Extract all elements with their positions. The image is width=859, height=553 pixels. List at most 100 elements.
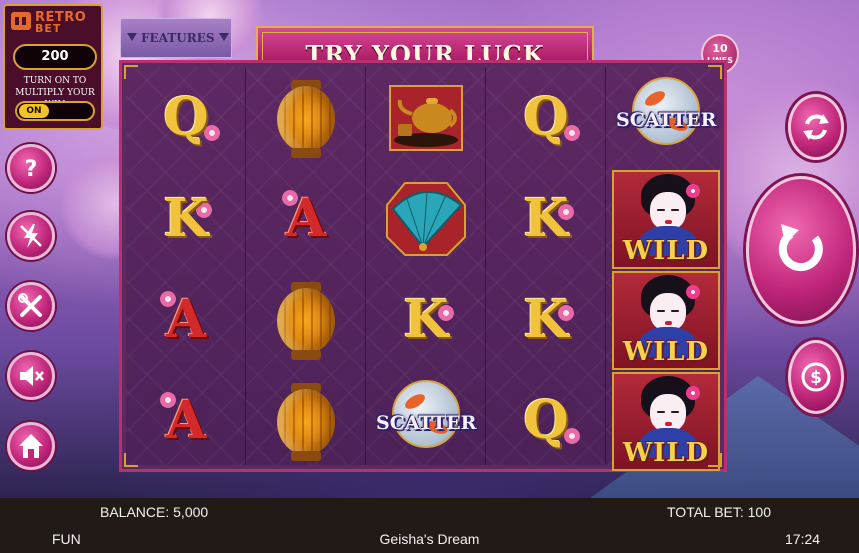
lantern-icon bbox=[273, 379, 339, 463]
symbol-letter: K bbox=[523, 187, 569, 249]
symbol-letter: K bbox=[523, 288, 569, 350]
frame-corner bbox=[708, 453, 722, 467]
logo-text-bet: BET bbox=[35, 22, 62, 35]
frame-corner bbox=[124, 65, 138, 79]
geisha-face bbox=[650, 293, 686, 331]
bet-value-display: 200 bbox=[13, 44, 97, 70]
symbol-letter: Q bbox=[523, 86, 569, 148]
spin-icon bbox=[778, 224, 823, 272]
balance-text: BALANCE: 5,000 bbox=[100, 504, 209, 520]
scatter-label: SCATTER bbox=[616, 108, 717, 131]
symbol-letter: A bbox=[285, 187, 327, 249]
autoplay-icon bbox=[803, 114, 829, 140]
symbol-a: A bbox=[126, 370, 246, 471]
frame-corner bbox=[708, 65, 722, 79]
geisha-eye bbox=[671, 209, 679, 211]
symbol-q: Q bbox=[486, 67, 606, 168]
geisha-eye bbox=[657, 310, 665, 312]
geisha-eye bbox=[671, 310, 679, 312]
spin-button[interactable] bbox=[746, 176, 856, 324]
symbol-lantern bbox=[246, 67, 366, 168]
symbol-letter: Q bbox=[523, 389, 569, 451]
geisha-lips bbox=[665, 321, 672, 325]
symbol-k: K bbox=[366, 269, 486, 370]
clock-text: 17:24 bbox=[785, 531, 821, 547]
scatter-icon: SCATTER bbox=[616, 73, 716, 163]
koi-fish bbox=[642, 87, 668, 109]
teapot-icon bbox=[388, 84, 464, 152]
fan-icon bbox=[385, 179, 467, 259]
lantern-cap bbox=[291, 349, 321, 360]
multiply-toggle[interactable]: ON bbox=[15, 101, 95, 121]
game-scene: RETRO BET 200 TURN ON TO MULTIPLY YOUR W… bbox=[0, 0, 859, 498]
sound-button[interactable] bbox=[7, 352, 55, 400]
help-button[interactable]: ? bbox=[7, 144, 55, 192]
koi-fish bbox=[402, 390, 428, 412]
hair-flower-icon bbox=[686, 386, 700, 400]
symbol-lantern bbox=[246, 370, 366, 471]
reel-4: Q K K Q bbox=[486, 67, 606, 465]
reel-3: K SCATTER bbox=[366, 67, 486, 465]
reel-5: SCATTER WILD WILD WILD bbox=[606, 67, 726, 471]
features-dropdown[interactable]: FEATURES bbox=[120, 18, 232, 58]
help-icon: ? bbox=[25, 157, 38, 182]
symbol-scatter: SCATTER bbox=[366, 370, 486, 471]
symbol-a: A bbox=[246, 168, 366, 269]
bet-multiplier-panel: RETRO BET 200 TURN ON TO MULTIPLY YOUR W… bbox=[3, 4, 103, 130]
wild-label: WILD bbox=[622, 236, 710, 266]
geisha-face bbox=[650, 192, 686, 230]
symbol-letter: A bbox=[165, 389, 207, 451]
logo-icon bbox=[11, 12, 31, 30]
svg-text:$: $ bbox=[810, 368, 822, 388]
lines-number: 10 bbox=[712, 42, 728, 55]
autoplay-button[interactable] bbox=[788, 94, 844, 160]
symbol-letter: K bbox=[163, 187, 209, 249]
symbol-k: K bbox=[126, 168, 246, 269]
lantern-icon bbox=[273, 76, 339, 160]
geisha-face bbox=[650, 394, 686, 432]
lantern-body bbox=[277, 287, 335, 354]
reel-frame: Q K A A A K SCATTER Q K K Q SCATTER WILD… bbox=[119, 60, 727, 472]
symbol-lantern bbox=[246, 269, 366, 370]
game-title: Geisha's Dream bbox=[379, 531, 480, 547]
home-icon bbox=[19, 434, 43, 458]
symbol-letter: Q bbox=[163, 86, 209, 148]
lantern-cap bbox=[291, 147, 321, 158]
status-bar: BALANCE: 5,000 TOTAL BET: 100 FUN Geisha… bbox=[0, 498, 859, 553]
bet-button[interactable]: $ bbox=[788, 340, 844, 414]
hair-flower-icon bbox=[686, 184, 700, 198]
svg-text:?: ? bbox=[25, 157, 38, 182]
symbol-scatter: SCATTER bbox=[606, 67, 726, 168]
retrobet-logo: RETRO BET bbox=[11, 10, 99, 36]
home-button[interactable] bbox=[7, 422, 55, 470]
settings-icon bbox=[18, 293, 42, 317]
symbol-wild: WILD bbox=[612, 372, 720, 471]
wild-label: WILD bbox=[622, 337, 710, 367]
reel-1: Q K A A bbox=[126, 67, 246, 465]
symbol-wild: WILD bbox=[612, 271, 720, 370]
lantern-icon bbox=[273, 278, 339, 362]
symbol-k: K bbox=[486, 168, 606, 269]
caret-right-icon bbox=[219, 33, 229, 41]
scatter-label: SCATTER bbox=[376, 411, 477, 434]
sound-off-icon bbox=[20, 366, 44, 386]
reel-2: A bbox=[246, 67, 366, 465]
lantern-body bbox=[277, 388, 335, 455]
symbol-k: K bbox=[486, 269, 606, 370]
bet-coin-icon: $ bbox=[801, 362, 831, 392]
frame-corner bbox=[124, 453, 138, 467]
symbol-teapot bbox=[366, 67, 486, 168]
lightning-off-icon bbox=[20, 224, 42, 248]
symbol-a: A bbox=[126, 269, 246, 370]
reel-area[interactable]: Q K A A A K SCATTER Q K K Q SCATTER WILD… bbox=[124, 65, 722, 471]
total-bet-text: TOTAL BET: 100 bbox=[667, 504, 772, 520]
settings-button[interactable] bbox=[7, 282, 55, 330]
geisha-lips bbox=[665, 220, 672, 224]
caret-left-icon bbox=[127, 33, 137, 41]
geisha-eye bbox=[657, 209, 665, 211]
symbol-letter: A bbox=[165, 288, 207, 350]
turbo-button[interactable] bbox=[7, 212, 55, 260]
features-label: FEATURES bbox=[141, 31, 215, 45]
symbol-wild: WILD bbox=[612, 170, 720, 269]
symbol-q: Q bbox=[126, 67, 246, 168]
